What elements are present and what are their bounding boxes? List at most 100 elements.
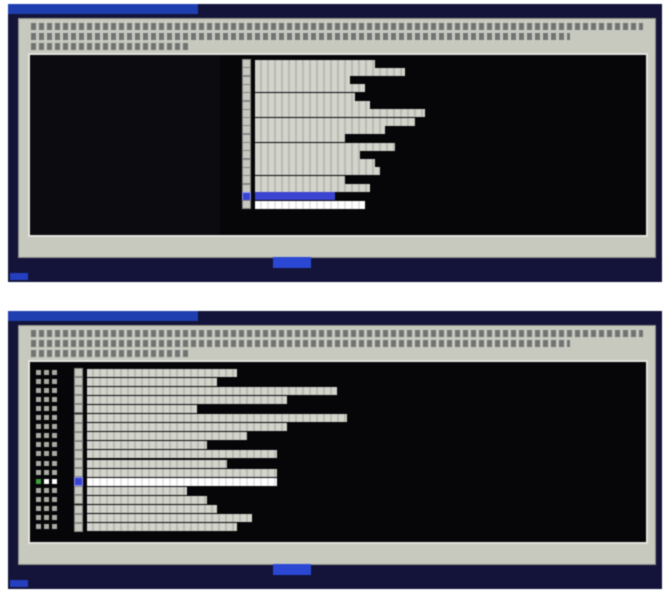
state-mark-icon (44, 515, 49, 521)
list-item[interactable] (74, 413, 347, 423)
help-button[interactable] (369, 257, 415, 268)
state-mark-icon (44, 460, 49, 466)
list-item-label (255, 184, 370, 192)
checkbox-icon[interactable] (74, 495, 83, 505)
option-state-tag (36, 468, 68, 476)
list-item-label (255, 101, 370, 109)
checkbox-icon[interactable] (74, 522, 83, 532)
list-item[interactable] (74, 395, 287, 405)
checkbox-icon[interactable] (74, 422, 83, 432)
checkbox-icon[interactable] (74, 413, 83, 423)
list-item[interactable] (74, 477, 277, 487)
list-item[interactable] (74, 386, 337, 396)
state-mark-icon (52, 369, 57, 375)
state-mark-icon (52, 515, 57, 521)
list-item-label (87, 368, 237, 377)
list-item[interactable] (74, 513, 252, 523)
list-item[interactable] (74, 422, 287, 432)
state-mark-icon (44, 469, 49, 475)
state-mark-icon (36, 378, 41, 384)
ok-button[interactable] (273, 564, 311, 575)
state-mark-icon (36, 415, 41, 420)
list-item-label (87, 523, 237, 532)
checkbox-icon[interactable] (74, 377, 83, 387)
option-state-tag (36, 486, 68, 494)
help-button[interactable] (369, 564, 415, 575)
option-state-tag (36, 459, 68, 467)
state-mark-icon (52, 460, 57, 466)
list-item[interactable] (74, 495, 207, 505)
state-mark-icon (52, 506, 57, 511)
list-item-label (87, 395, 287, 404)
list-item-label (87, 432, 247, 441)
checkbox-icon[interactable] (74, 440, 83, 450)
list-item-label (87, 486, 187, 495)
option-list[interactable] (28, 53, 648, 237)
state-mark-icon (52, 496, 57, 502)
help-text (31, 330, 643, 360)
state-mark-icon (36, 487, 41, 493)
checkbox-icon[interactable] (74, 513, 83, 523)
list-item[interactable] (74, 404, 197, 414)
option-state-tag (36, 523, 68, 531)
state-mark-icon (36, 424, 41, 430)
state-mark-icon (44, 433, 49, 439)
checkbox-icon[interactable] (74, 449, 83, 459)
cancel-button[interactable] (319, 257, 365, 268)
checkbox-icon[interactable] (74, 395, 83, 405)
option-state-tag (36, 495, 68, 503)
list-item[interactable] (74, 459, 227, 468)
checkbox-icon[interactable] (242, 200, 251, 210)
list-item-label (87, 514, 252, 523)
list-item-label (87, 377, 217, 386)
list-item-label (255, 76, 350, 85)
list-item-label (87, 404, 197, 413)
list-item-label (255, 125, 385, 134)
list-item-label (87, 423, 287, 432)
option-list[interactable] (28, 360, 648, 544)
checkbox-icon[interactable] (74, 477, 83, 487)
checkbox-icon[interactable] (74, 504, 83, 514)
ok-button[interactable] (273, 257, 311, 268)
status-corner (10, 273, 28, 280)
list-item[interactable] (74, 449, 277, 459)
checkbox-icon[interactable] (74, 386, 83, 396)
state-mark-icon (36, 451, 41, 457)
status-corner (10, 580, 28, 587)
checkbox-icon[interactable] (74, 431, 83, 441)
list-item[interactable] (74, 468, 277, 478)
state-mark-icon (52, 478, 57, 484)
list-item[interactable] (74, 440, 207, 450)
cancel-button[interactable] (319, 564, 365, 575)
list-item-label (255, 167, 380, 176)
list-item-label (255, 92, 355, 101)
list-item[interactable] (74, 522, 237, 532)
state-mark-icon (44, 369, 49, 375)
list-item[interactable] (74, 431, 247, 441)
list-item[interactable] (74, 486, 187, 496)
option-state-tag (36, 450, 68, 458)
checkbox-icon[interactable] (74, 368, 83, 377)
list-item-label (87, 450, 277, 459)
list-item[interactable] (74, 377, 217, 387)
option-state-tag (36, 386, 68, 394)
option-state-tag (36, 414, 68, 422)
list-item-label (255, 59, 375, 68)
list-item[interactable] (74, 368, 237, 377)
state-mark-icon (44, 451, 49, 457)
dialog-panel (18, 325, 656, 575)
list-item-label (87, 468, 277, 477)
list-item[interactable] (242, 200, 365, 210)
option-state-tag (36, 514, 68, 522)
state-mark-icon (36, 369, 41, 375)
checkbox-icon[interactable] (74, 404, 83, 414)
option-state-tag (36, 368, 68, 376)
state-mark-icon (36, 433, 41, 439)
list-item[interactable] (74, 504, 217, 514)
state-mark-icon (52, 487, 57, 493)
checkbox-icon[interactable] (74, 486, 83, 496)
checkbox-icon[interactable] (74, 468, 83, 478)
checkbox-icon[interactable] (74, 459, 83, 468)
state-mark-icon (52, 378, 57, 384)
option-state-tag (36, 377, 68, 385)
